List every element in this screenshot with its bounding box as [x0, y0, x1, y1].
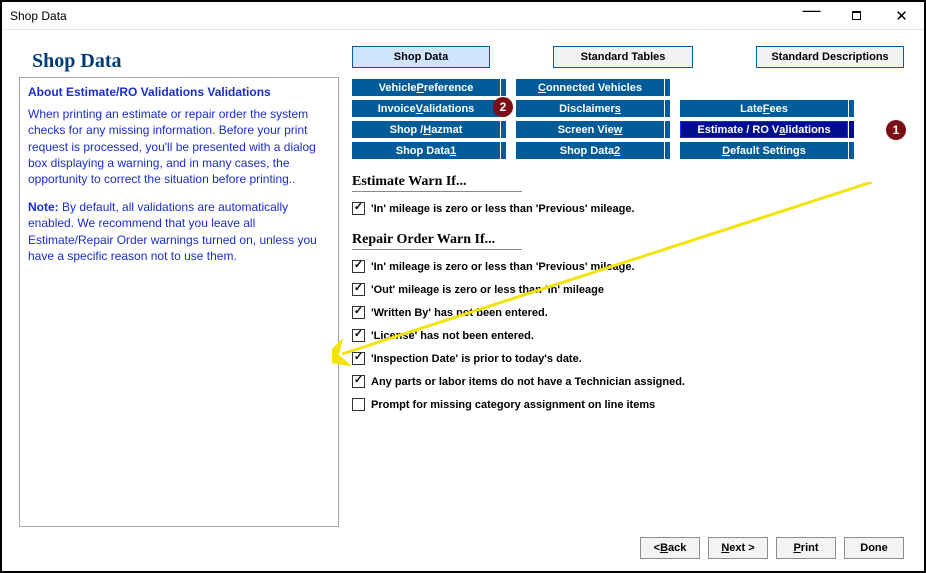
nav-btn-1-3[interactable]: Shop Data 1: [352, 142, 500, 159]
window-title: Shop Data: [10, 9, 789, 23]
footer-buttons: < Back Next > Print Done: [640, 537, 904, 559]
about-title: About Estimate/RO Validations Validation…: [28, 84, 330, 100]
nav-btn-2-2[interactable]: Screen View: [516, 121, 664, 138]
nav-btn-2-3[interactable]: Shop Data 2: [516, 142, 664, 159]
nav-btn-3-2[interactable]: Estimate / RO Validations: [680, 121, 848, 138]
repair-check-label-0: 'In' mileage is zero or less than 'Previ…: [371, 261, 635, 273]
about-body-2: Note: By default, all validations are au…: [28, 199, 330, 264]
tab-standard-descriptions[interactable]: Standard Descriptions: [756, 46, 904, 68]
repair-check-checkbox-2[interactable]: [352, 306, 365, 319]
nav-side-handle: [500, 142, 506, 159]
repair-check-label-6: Prompt for missing category assignment o…: [371, 399, 655, 411]
nav-btn-2-1[interactable]: Disclaimers: [516, 100, 664, 117]
repair-check-label-2: 'Written By' has not been entered.: [371, 307, 548, 319]
repair-check-checkbox-1[interactable]: [352, 283, 365, 296]
nav-side-handle: [500, 79, 506, 96]
estimate-checks: 'In' mileage is zero or less than 'Previ…: [352, 195, 635, 215]
about-note-label: Note:: [28, 200, 59, 214]
nav-btn-3-1[interactable]: Late Fees: [680, 100, 848, 117]
title-bar: Shop Data — ✕: [2, 2, 924, 30]
nav-side-handle: [500, 121, 506, 138]
nav-grid: Vehicle Preference Invoice Validations Sho…: [352, 79, 854, 159]
nav-side-handle: [664, 121, 670, 138]
about-body-1: When printing an estimate or repair orde…: [28, 106, 330, 187]
page-title: Shop Data: [32, 50, 121, 73]
nav-btn-1-0[interactable]: Vehicle Preference: [352, 79, 500, 96]
repair-check-row-0: 'In' mileage is zero or less than 'Previ…: [352, 260, 685, 273]
estimate-warn-title: Estimate Warn If...: [352, 174, 522, 192]
estimate-check-label-0: 'In' mileage is zero or less than 'Previ…: [371, 203, 635, 215]
repair-check-label-5: Any parts or labor items do not have a T…: [371, 376, 685, 388]
section-estimate-warn: Estimate Warn If...: [352, 174, 522, 192]
top-tab-row: Shop Data Standard Tables Standard Descr…: [352, 46, 904, 68]
nav-btn-1-2[interactable]: Shop / Hazmat: [352, 121, 500, 138]
nav-side-handle: [848, 100, 854, 117]
window-close-button[interactable]: ✕: [879, 2, 924, 30]
about-panel: About Estimate/RO Validations Validation…: [19, 77, 339, 527]
callout-badge-1: 1: [886, 120, 906, 140]
window-maximize-button[interactable]: [834, 2, 879, 30]
repair-check-label-4: 'Inspection Date' is prior to today's da…: [371, 353, 582, 365]
tab-standard-tables[interactable]: Standard Tables: [553, 46, 693, 68]
tab-shop-data[interactable]: Shop Data: [352, 46, 490, 68]
repair-check-checkbox-5[interactable]: [352, 375, 365, 388]
repair-check-checkbox-3[interactable]: [352, 329, 365, 342]
repair-check-checkbox-0[interactable]: [352, 260, 365, 273]
repair-check-checkbox-6[interactable]: [352, 398, 365, 411]
callout-badge-2: 2: [493, 97, 513, 117]
nav-btn-1-1[interactable]: Invoice Validations: [352, 100, 500, 117]
repair-check-row-6: Prompt for missing category assignment o…: [352, 398, 685, 411]
next-button[interactable]: Next >: [708, 537, 768, 559]
repair-check-row-3: 'License' has not been entered.: [352, 329, 685, 342]
nav-side-handle: [848, 142, 854, 159]
repair-warn-title: Repair Order Warn If...: [352, 232, 522, 250]
nav-side-handle: [664, 79, 670, 96]
window-minimize-button[interactable]: —: [789, 2, 834, 30]
nav-btn-2-0[interactable]: Connected Vehicles: [516, 79, 664, 96]
repair-check-row-5: Any parts or labor items do not have a T…: [352, 375, 685, 388]
nav-side-handle: [664, 142, 670, 159]
about-note-text: By default, all validations are automati…: [28, 200, 317, 263]
done-button[interactable]: Done: [844, 537, 904, 559]
nav-btn-3-3[interactable]: Default Settings: [680, 142, 848, 159]
estimate-check-checkbox-0[interactable]: [352, 202, 365, 215]
repair-check-label-1: 'Out' mileage is zero or less than 'In' …: [371, 284, 604, 296]
repair-check-label-3: 'License' has not been entered.: [371, 330, 534, 342]
nav-side-handle: [848, 121, 854, 138]
window-controls: — ✕: [789, 2, 924, 30]
nav-side-handle: [664, 100, 670, 117]
estimate-check-row-0: 'In' mileage is zero or less than 'Previ…: [352, 202, 635, 215]
section-repair-warn: Repair Order Warn If...: [352, 232, 522, 250]
print-button[interactable]: Print: [776, 537, 836, 559]
repair-check-checkbox-4[interactable]: [352, 352, 365, 365]
repair-check-row-2: 'Written By' has not been entered.: [352, 306, 685, 319]
repair-checks: 'In' mileage is zero or less than 'Previ…: [352, 253, 685, 411]
repair-check-row-4: 'Inspection Date' is prior to today's da…: [352, 352, 685, 365]
back-button[interactable]: < Back: [640, 537, 700, 559]
repair-check-row-1: 'Out' mileage is zero or less than 'In' …: [352, 283, 685, 296]
